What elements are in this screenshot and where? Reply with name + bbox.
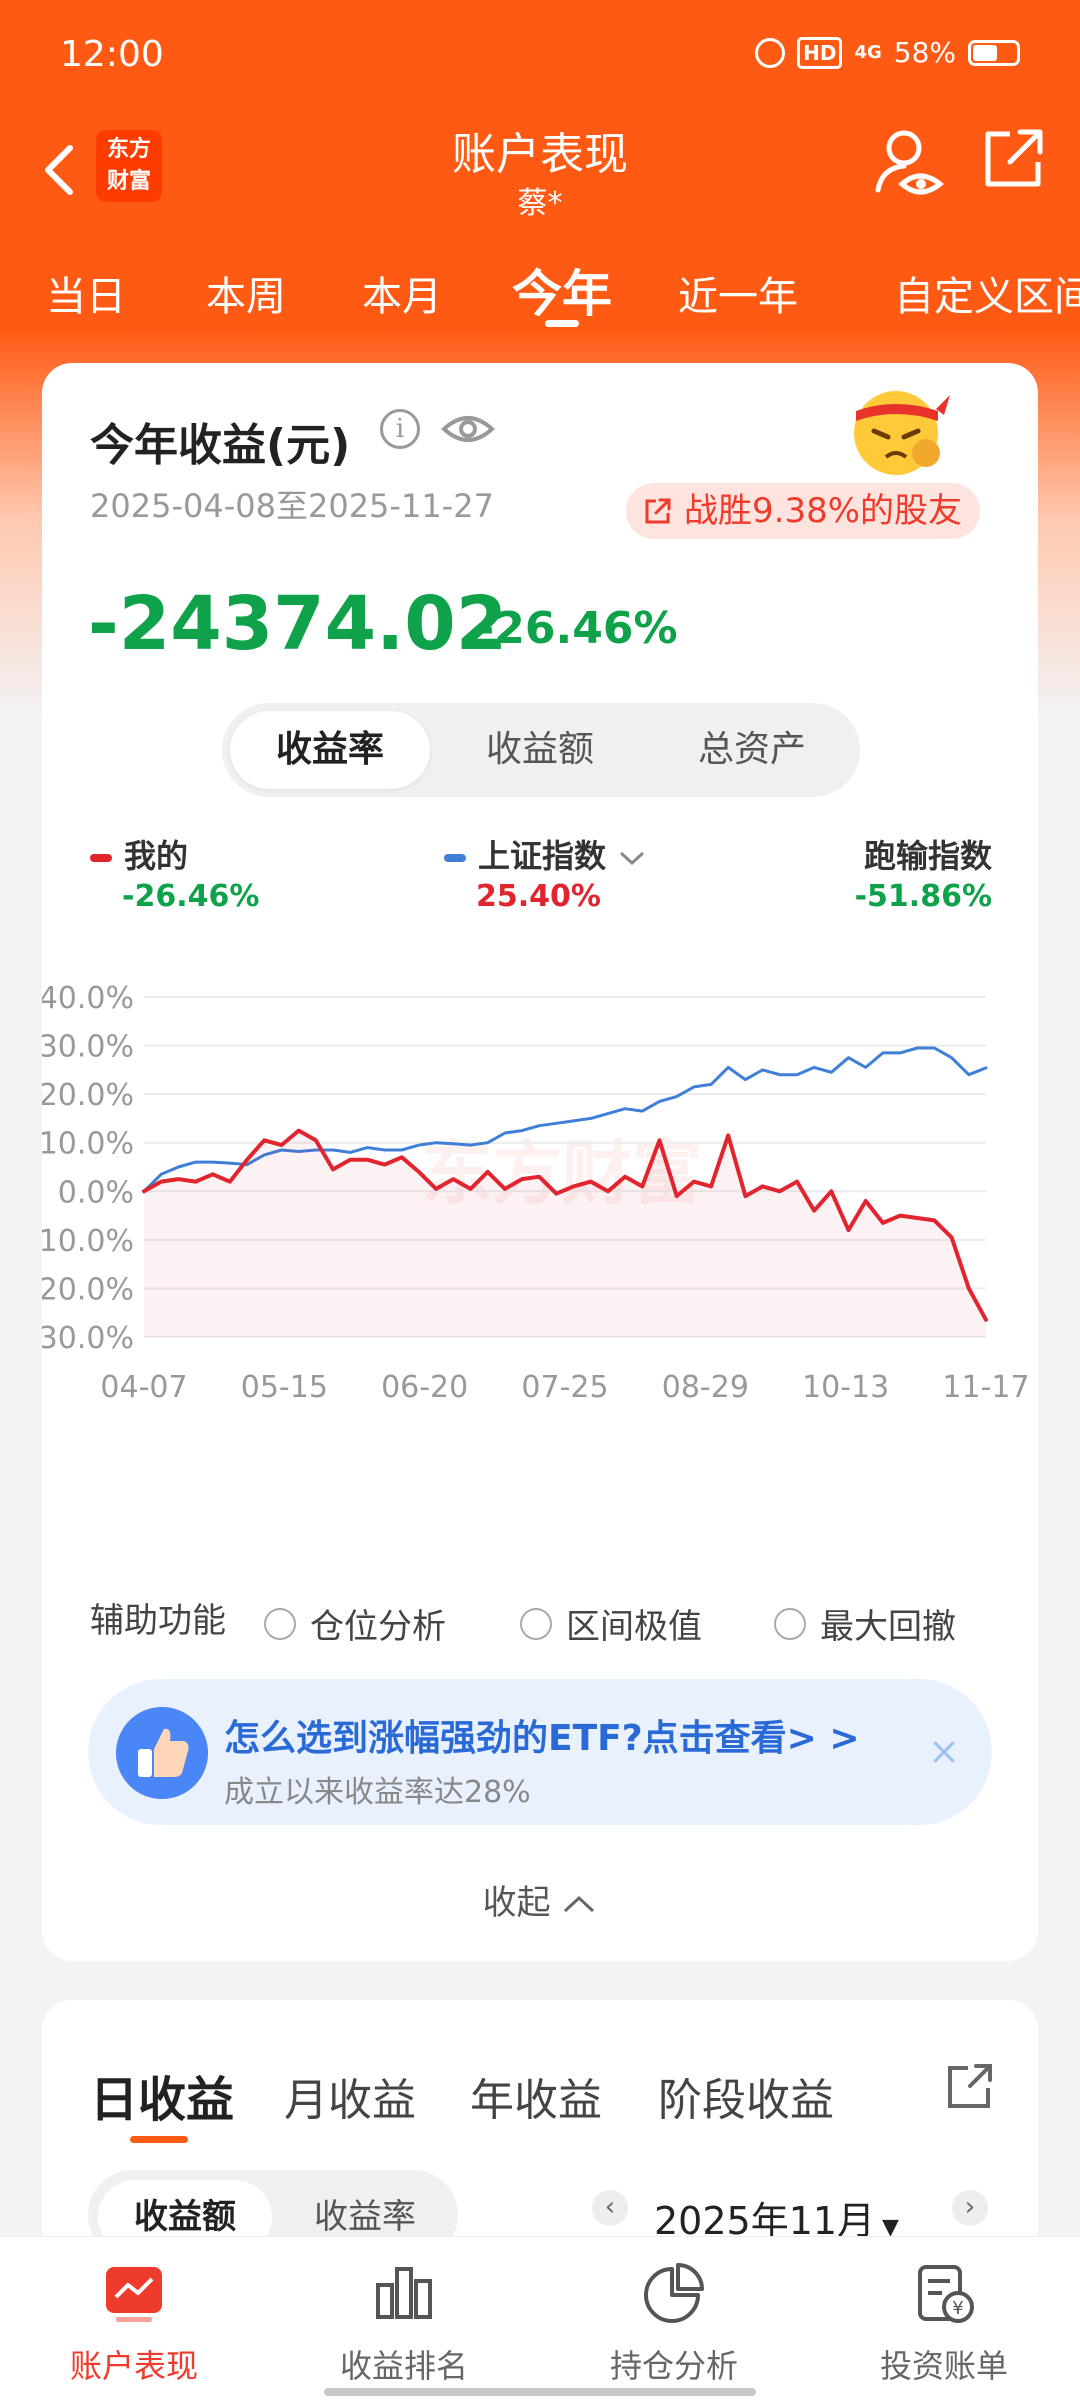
- nav-return-ranking[interactable]: 收益排名: [304, 2261, 504, 2387]
- next-month-icon[interactable]: ›: [952, 2190, 988, 2226]
- detail-tab-indicator: [130, 2136, 188, 2143]
- thumbs-up-icon: [116, 1707, 208, 1799]
- prev-month-icon[interactable]: ‹: [592, 2190, 628, 2226]
- active-tab-indicator: [545, 320, 579, 327]
- status-icons: HD 4G 58%: [755, 36, 1020, 69]
- tab-this-year[interactable]: 今年: [512, 254, 612, 326]
- seg-return-amount[interactable]: 收益额: [440, 711, 640, 789]
- legend-mine-swatch: [90, 854, 112, 862]
- date-range: 2025-04-08至2025-11-27: [90, 487, 494, 525]
- legend-index[interactable]: 上证指数: [444, 831, 647, 877]
- x-tick-label: 07-25: [521, 1370, 608, 1405]
- svg-text:¥: ¥: [952, 2298, 963, 2319]
- option-position-analysis[interactable]: 仓位分析: [264, 1599, 446, 1648]
- top-nav: 东方 财富 账户表现 蔡*: [0, 110, 1080, 250]
- network-indicator: 4G: [854, 42, 882, 63]
- alarm-icon: [755, 37, 786, 68]
- pie-chart-icon: [644, 2263, 704, 2323]
- external-link-icon: [645, 498, 671, 524]
- radio-icon: [520, 1607, 552, 1640]
- x-tick-label: 10-13: [802, 1370, 889, 1405]
- tab-today[interactable]: 当日: [46, 264, 126, 322]
- legend-mine-value: -26.46%: [122, 879, 260, 914]
- collapse-button[interactable]: 收起: [42, 1875, 1038, 1924]
- eye-icon[interactable]: [440, 407, 496, 451]
- summary-card: 今年收益(元) i 2025-04-08至2025-11-27 战胜9.38%的…: [42, 363, 1038, 1961]
- nav-investment-bill[interactable]: ¥ 投资账单: [844, 2261, 1044, 2387]
- legend-underperform: 跑输指数: [863, 837, 992, 875]
- etf-promo-banner[interactable]: 怎么选到涨幅强劲的ETF?点击查看> > 成立以来收益率达28% ×: [88, 1679, 992, 1825]
- y-tick-label: -20.0%: [42, 1272, 134, 1307]
- y-tick-label: 30.0%: [42, 1030, 134, 1065]
- user-privacy-icon[interactable]: [874, 124, 944, 204]
- y-tick-label: -10.0%: [42, 1224, 134, 1259]
- y-tick-label: 40.0%: [42, 981, 134, 1016]
- legend-index-value: 25.40%: [476, 879, 601, 914]
- close-icon[interactable]: ×: [924, 1731, 964, 1771]
- chevron-down-icon: [620, 851, 645, 866]
- promo-subtitle: 成立以来收益率达28%: [224, 1775, 531, 1810]
- total-profit-value: -24374.02: [88, 581, 508, 667]
- summary-title: 今年收益(元): [90, 420, 351, 471]
- legend-index-swatch: [444, 854, 466, 862]
- y-tick-label: 10.0%: [42, 1127, 134, 1162]
- x-tick-label: 04-07: [100, 1370, 187, 1405]
- status-time: 12:00: [60, 34, 164, 75]
- nav-account-performance[interactable]: 账户表现: [34, 2261, 234, 2387]
- promo-title: 怎么选到涨幅强劲的ETF?点击查看> >: [224, 1718, 860, 1759]
- y-tick-label: 20.0%: [42, 1078, 134, 1113]
- seg-return-rate[interactable]: 收益率: [230, 711, 430, 789]
- tab-month[interactable]: 本月: [362, 264, 442, 322]
- tab-week[interactable]: 本周: [206, 264, 286, 322]
- nav-holding-analysis[interactable]: 持仓分析: [574, 2261, 774, 2387]
- bar-chart-icon: [376, 2267, 432, 2319]
- radio-icon: [774, 1607, 806, 1640]
- tab-last-year[interactable]: 近一年: [678, 264, 798, 322]
- mascot-emoji-icon: [854, 391, 950, 475]
- chart-line-icon: [106, 2267, 162, 2322]
- legend-mine: 我的: [90, 831, 188, 877]
- legend-underperform-value: -51.86%: [854, 879, 992, 914]
- seg-total-assets[interactable]: 总资产: [652, 711, 852, 789]
- bill-icon: ¥: [918, 2265, 974, 2323]
- x-tick-label: 06-20: [381, 1370, 468, 1405]
- option-max-drawdown[interactable]: 最大回撤: [774, 1599, 956, 1648]
- chart-mode-segment: 收益率 收益额 总资产: [222, 703, 860, 797]
- chevron-up-icon: [564, 1895, 595, 1912]
- battery-percent: 58%: [893, 36, 956, 69]
- x-tick-label: 05-15: [241, 1370, 328, 1405]
- x-tick-label: 11-17: [942, 1370, 1029, 1405]
- tab-daily[interactable]: 日收益: [90, 2060, 234, 2130]
- hd-icon: HD: [797, 36, 843, 69]
- info-icon[interactable]: i: [380, 409, 420, 449]
- period-tabs: 当日 本周 本月 今年 近一年 自定义区间: [0, 250, 1080, 330]
- share-icon[interactable]: [980, 126, 1046, 192]
- aux-label: 辅助功能: [90, 1601, 226, 1641]
- y-tick-label: -30.0%: [42, 1321, 134, 1356]
- tab-yearly[interactable]: 年收益: [470, 2064, 602, 2128]
- bottom-nav: 账户表现 收益排名 持仓分析 ¥ 投资账单: [0, 2236, 1080, 2400]
- tab-stage[interactable]: 阶段收益: [658, 2064, 834, 2128]
- tab-monthly[interactable]: 月收益: [284, 2064, 416, 2128]
- beat-badge[interactable]: 战胜9.38%的股友: [626, 483, 981, 539]
- tab-custom-range[interactable]: 自定义区间: [894, 264, 1080, 322]
- x-tick-label: 08-29: [662, 1370, 749, 1405]
- battery-icon: [968, 39, 1020, 66]
- y-tick-label: 0.0%: [58, 1175, 134, 1210]
- status-bar: 12:00 HD 4G 58%: [0, 0, 1080, 110]
- home-indicator[interactable]: [324, 2388, 756, 2396]
- total-profit-pct: -26.46%: [476, 603, 678, 654]
- share-icon[interactable]: [944, 2060, 996, 2112]
- option-range-extreme[interactable]: 区间极值: [520, 1599, 702, 1648]
- radio-icon: [264, 1607, 296, 1640]
- return-chart: 东方财富40.0%30.0%20.0%10.0%0.0%-10.0%-20.0%…: [42, 981, 1030, 1405]
- beat-text: 战胜9.38%的股友: [684, 491, 963, 531]
